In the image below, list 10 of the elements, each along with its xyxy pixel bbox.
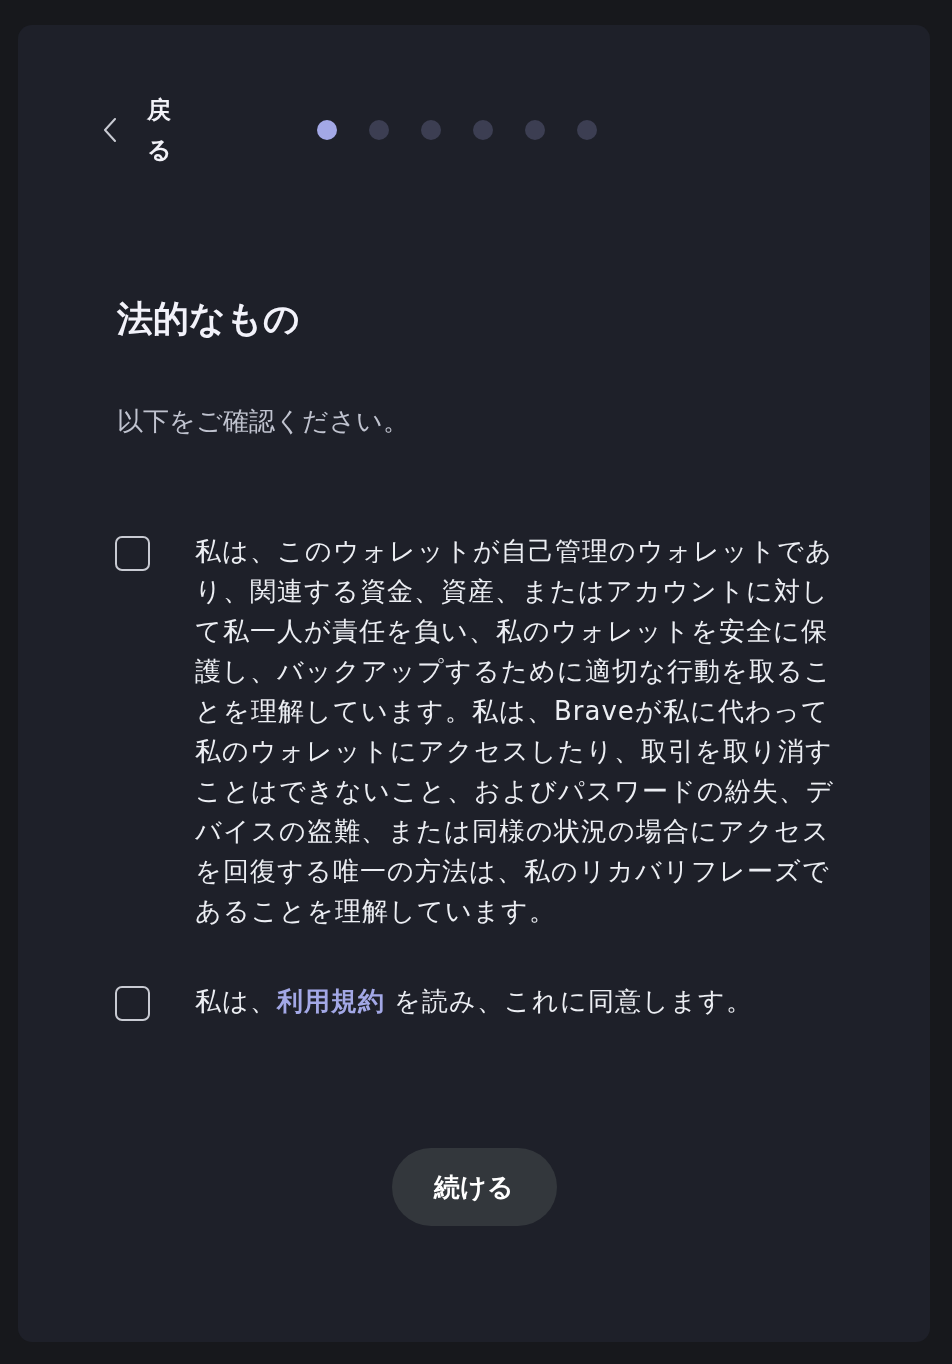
checkbox[interactable] — [115, 986, 150, 1021]
continue-button[interactable]: 続ける — [391, 1148, 557, 1226]
checkbox[interactable] — [115, 536, 150, 571]
back-button[interactable]: 戻る — [103, 90, 171, 170]
chevron-left-icon — [103, 118, 117, 142]
agreement-text: 私は、このウォレットが自己管理のウォレットであり、関連する資金、資産、またはアカウントに対して私一人が責任を負い、私のウォレットを安全に保護し、バックアップするために適切な行動を取ることを理解しています。私は、Braveが私に代わって私のウォレットにアクセスしたり、取引を取り消すことはできないこと、およびパスワードの紛失、デバイスの盗難、または同様の状況の場合にアクセスを回復する唯一の方法は、私のリカバリフレーズであることを理解しています。 — [195, 535, 835, 928]
subtitle-text: 以下をご確認ください。 — [117, 405, 410, 438]
page-title: 法的なもの — [117, 297, 301, 341]
terms-link[interactable]: 利用規約 — [277, 986, 385, 1016]
agreement-text: 私は、利用規約 を読み、これに同意します。 — [195, 985, 755, 1018]
